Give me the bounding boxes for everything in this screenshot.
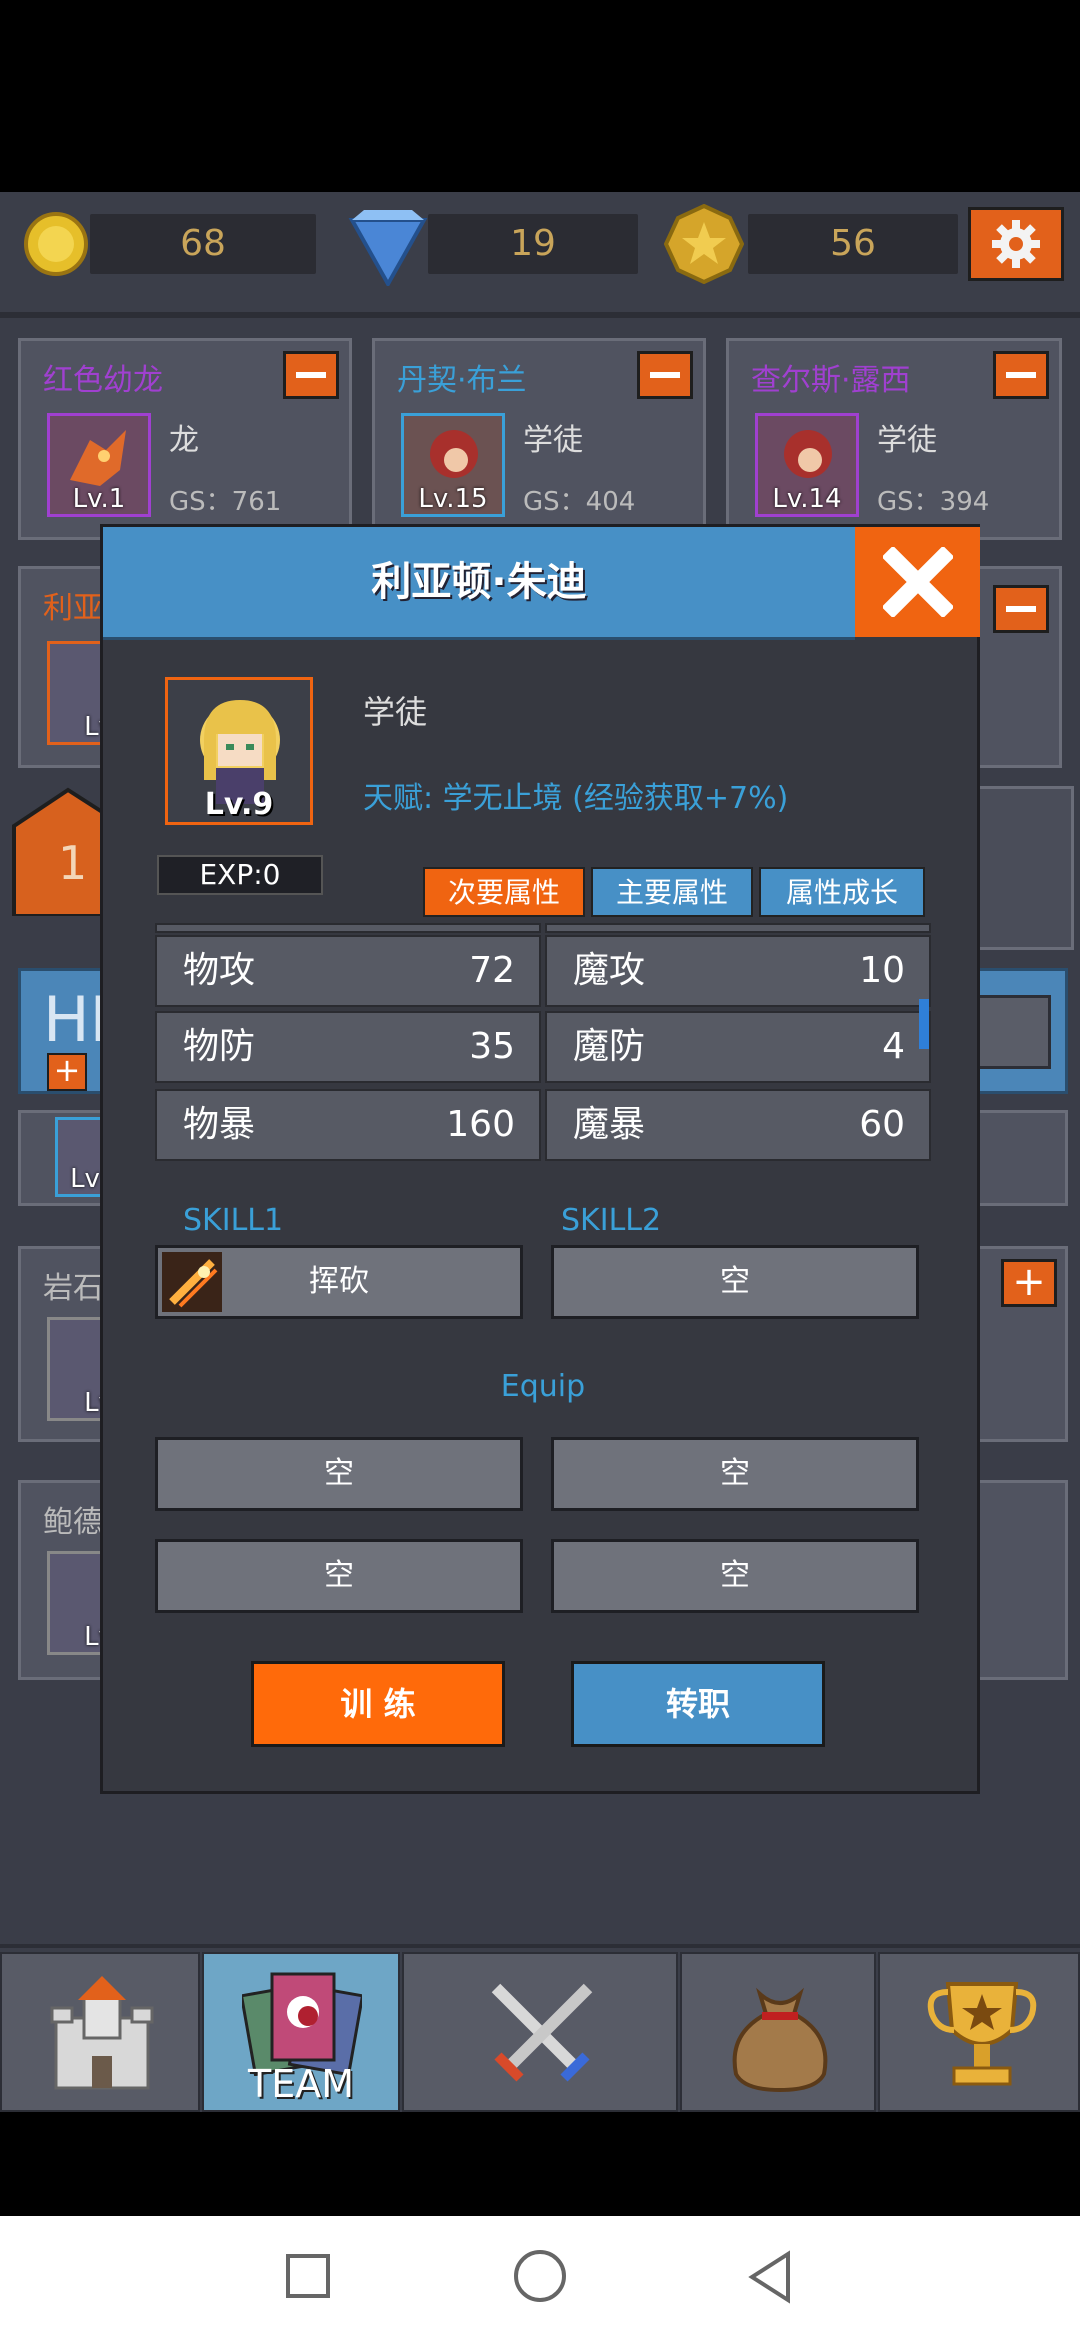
stats-scrollbar[interactable] xyxy=(919,999,929,1049)
chart-icon[interactable] xyxy=(971,995,1051,1069)
tab-main-attributes[interactable]: 主要属性 xyxy=(591,867,753,917)
skill1-slot[interactable]: 挥砍 xyxy=(155,1245,523,1319)
equip-slot-2[interactable]: 空 xyxy=(551,1437,919,1511)
stat-magic-defense: 魔防 4 xyxy=(545,1011,931,1083)
skill1-label: SKILL1 xyxy=(183,1203,284,1238)
medal-amount: 56 xyxy=(748,214,958,274)
close-icon xyxy=(882,547,953,617)
crossed-swords-icon xyxy=(491,1983,593,2082)
hero-avatar: Lv.9 xyxy=(165,677,313,825)
card-gs: GS：394 xyxy=(877,487,990,517)
card-name: 红色幼龙 xyxy=(43,363,163,398)
add-icon[interactable]: + xyxy=(47,1053,87,1091)
stat-physical-defense: 物防 35 xyxy=(155,1011,541,1083)
team-card-3[interactable]: 查尔斯·露西 Lv.14 学徒 GS：394 xyxy=(726,338,1062,540)
stat-physical-crit: 物暴 160 xyxy=(155,1089,541,1161)
hero-detail-modal: 利亚顿·朱迪 Lv.9 学徒 天赋: 学无止境 (经验获取+7%) EXP:0 … xyxy=(100,524,980,1794)
hero-class: 学徒 xyxy=(363,693,428,731)
hero-talent: 天赋: 学无止境 (经验获取+7%) xyxy=(363,781,789,816)
train-button[interactable]: 训 练 xyxy=(251,1661,505,1747)
home-button[interactable] xyxy=(514,2250,566,2302)
equip-label: Equip xyxy=(500,1369,586,1404)
equip-slot-1[interactable]: 空 xyxy=(155,1437,523,1511)
minus-icon xyxy=(296,372,326,378)
bottom-tab-bar: TEAM xyxy=(0,1944,1080,2116)
modal-title: 利亚顿·朱迪 xyxy=(371,559,587,605)
minus-icon xyxy=(1006,372,1036,378)
card-class: 龙 xyxy=(169,423,199,458)
stats-table[interactable]: 物攻 72 魔攻 10 物防 35 魔防 4 物暴 160 魔暴 60 xyxy=(155,923,931,1183)
card-class: 学徒 xyxy=(523,423,583,458)
loot-bag-icon xyxy=(732,1987,828,2093)
stat-magic-crit: 魔暴 60 xyxy=(545,1089,931,1161)
tab-secondary-attributes[interactable]: 次要属性 xyxy=(423,867,585,917)
class-change-button[interactable]: 转职 xyxy=(571,1661,825,1747)
close-button[interactable] xyxy=(855,527,980,637)
gear-icon xyxy=(992,220,1040,268)
diamond-amount: 19 xyxy=(428,214,638,274)
castle-icon xyxy=(50,1976,154,2090)
diamond-icon xyxy=(346,206,430,289)
system-nav-bar xyxy=(0,2216,1080,2340)
remove-button[interactable] xyxy=(637,351,693,399)
medal-icon xyxy=(663,203,745,285)
skill2-slot[interactable]: 空 xyxy=(551,1245,919,1319)
dragon-portrait: Lv.1 xyxy=(47,413,151,517)
trophy-icon xyxy=(927,1982,1037,2086)
stat-physical-attack: 物攻 72 xyxy=(155,935,541,1007)
gold-amount: 68 xyxy=(90,214,316,274)
top-black-bar xyxy=(0,0,1080,192)
skill2-label: SKILL2 xyxy=(561,1203,662,1238)
card-name: 查尔斯·露西 xyxy=(751,363,911,398)
tab-attribute-growth[interactable]: 属性成长 xyxy=(759,867,925,917)
tab-castle[interactable] xyxy=(0,1952,200,2112)
apprentice-portrait: Lv.14 xyxy=(755,413,859,517)
settings-button[interactable] xyxy=(968,207,1064,281)
stat-magic-attack: 魔攻 10 xyxy=(545,935,931,1007)
apprentice-portrait: Lv.15 xyxy=(401,413,505,517)
tab-battle[interactable] xyxy=(402,1952,678,2112)
card-name: 丹契·布兰 xyxy=(397,363,527,398)
exp-display: EXP:0 xyxy=(157,855,323,895)
card-gs: GS：404 xyxy=(523,487,636,517)
minus-icon xyxy=(1006,606,1036,612)
slash-skill-icon xyxy=(162,1252,222,1312)
remove-button[interactable] xyxy=(993,351,1049,399)
equip-slot-3[interactable]: 空 xyxy=(155,1539,523,1613)
tab-bag[interactable] xyxy=(680,1952,876,2112)
remove-button[interactable] xyxy=(283,351,339,399)
card-gs: GS：761 xyxy=(169,487,282,517)
card-class: 学徒 xyxy=(877,423,937,458)
tab-achievements[interactable] xyxy=(878,1952,1080,2112)
gold-coin-icon xyxy=(24,212,88,276)
team-card-2[interactable]: 丹契·布兰 Lv.15 学徒 GS：404 xyxy=(372,338,706,540)
recent-apps-button[interactable] xyxy=(286,2254,330,2298)
minus-icon xyxy=(650,372,680,378)
bottom-black-bar xyxy=(0,2112,1080,2216)
back-button[interactable] xyxy=(746,2250,794,2304)
back-triangle-icon xyxy=(748,2250,790,2304)
team-card-1[interactable]: 红色幼龙 Lv.1 龙 GS：761 xyxy=(18,338,352,540)
remove-button[interactable] xyxy=(993,585,1049,633)
cards-icon xyxy=(242,1972,362,2076)
tab-team[interactable]: TEAM xyxy=(202,1952,400,2112)
team-label: TEAM xyxy=(247,2062,354,2106)
add-icon[interactable]: + xyxy=(1001,1259,1057,1307)
equip-slot-4[interactable]: 空 xyxy=(551,1539,919,1613)
